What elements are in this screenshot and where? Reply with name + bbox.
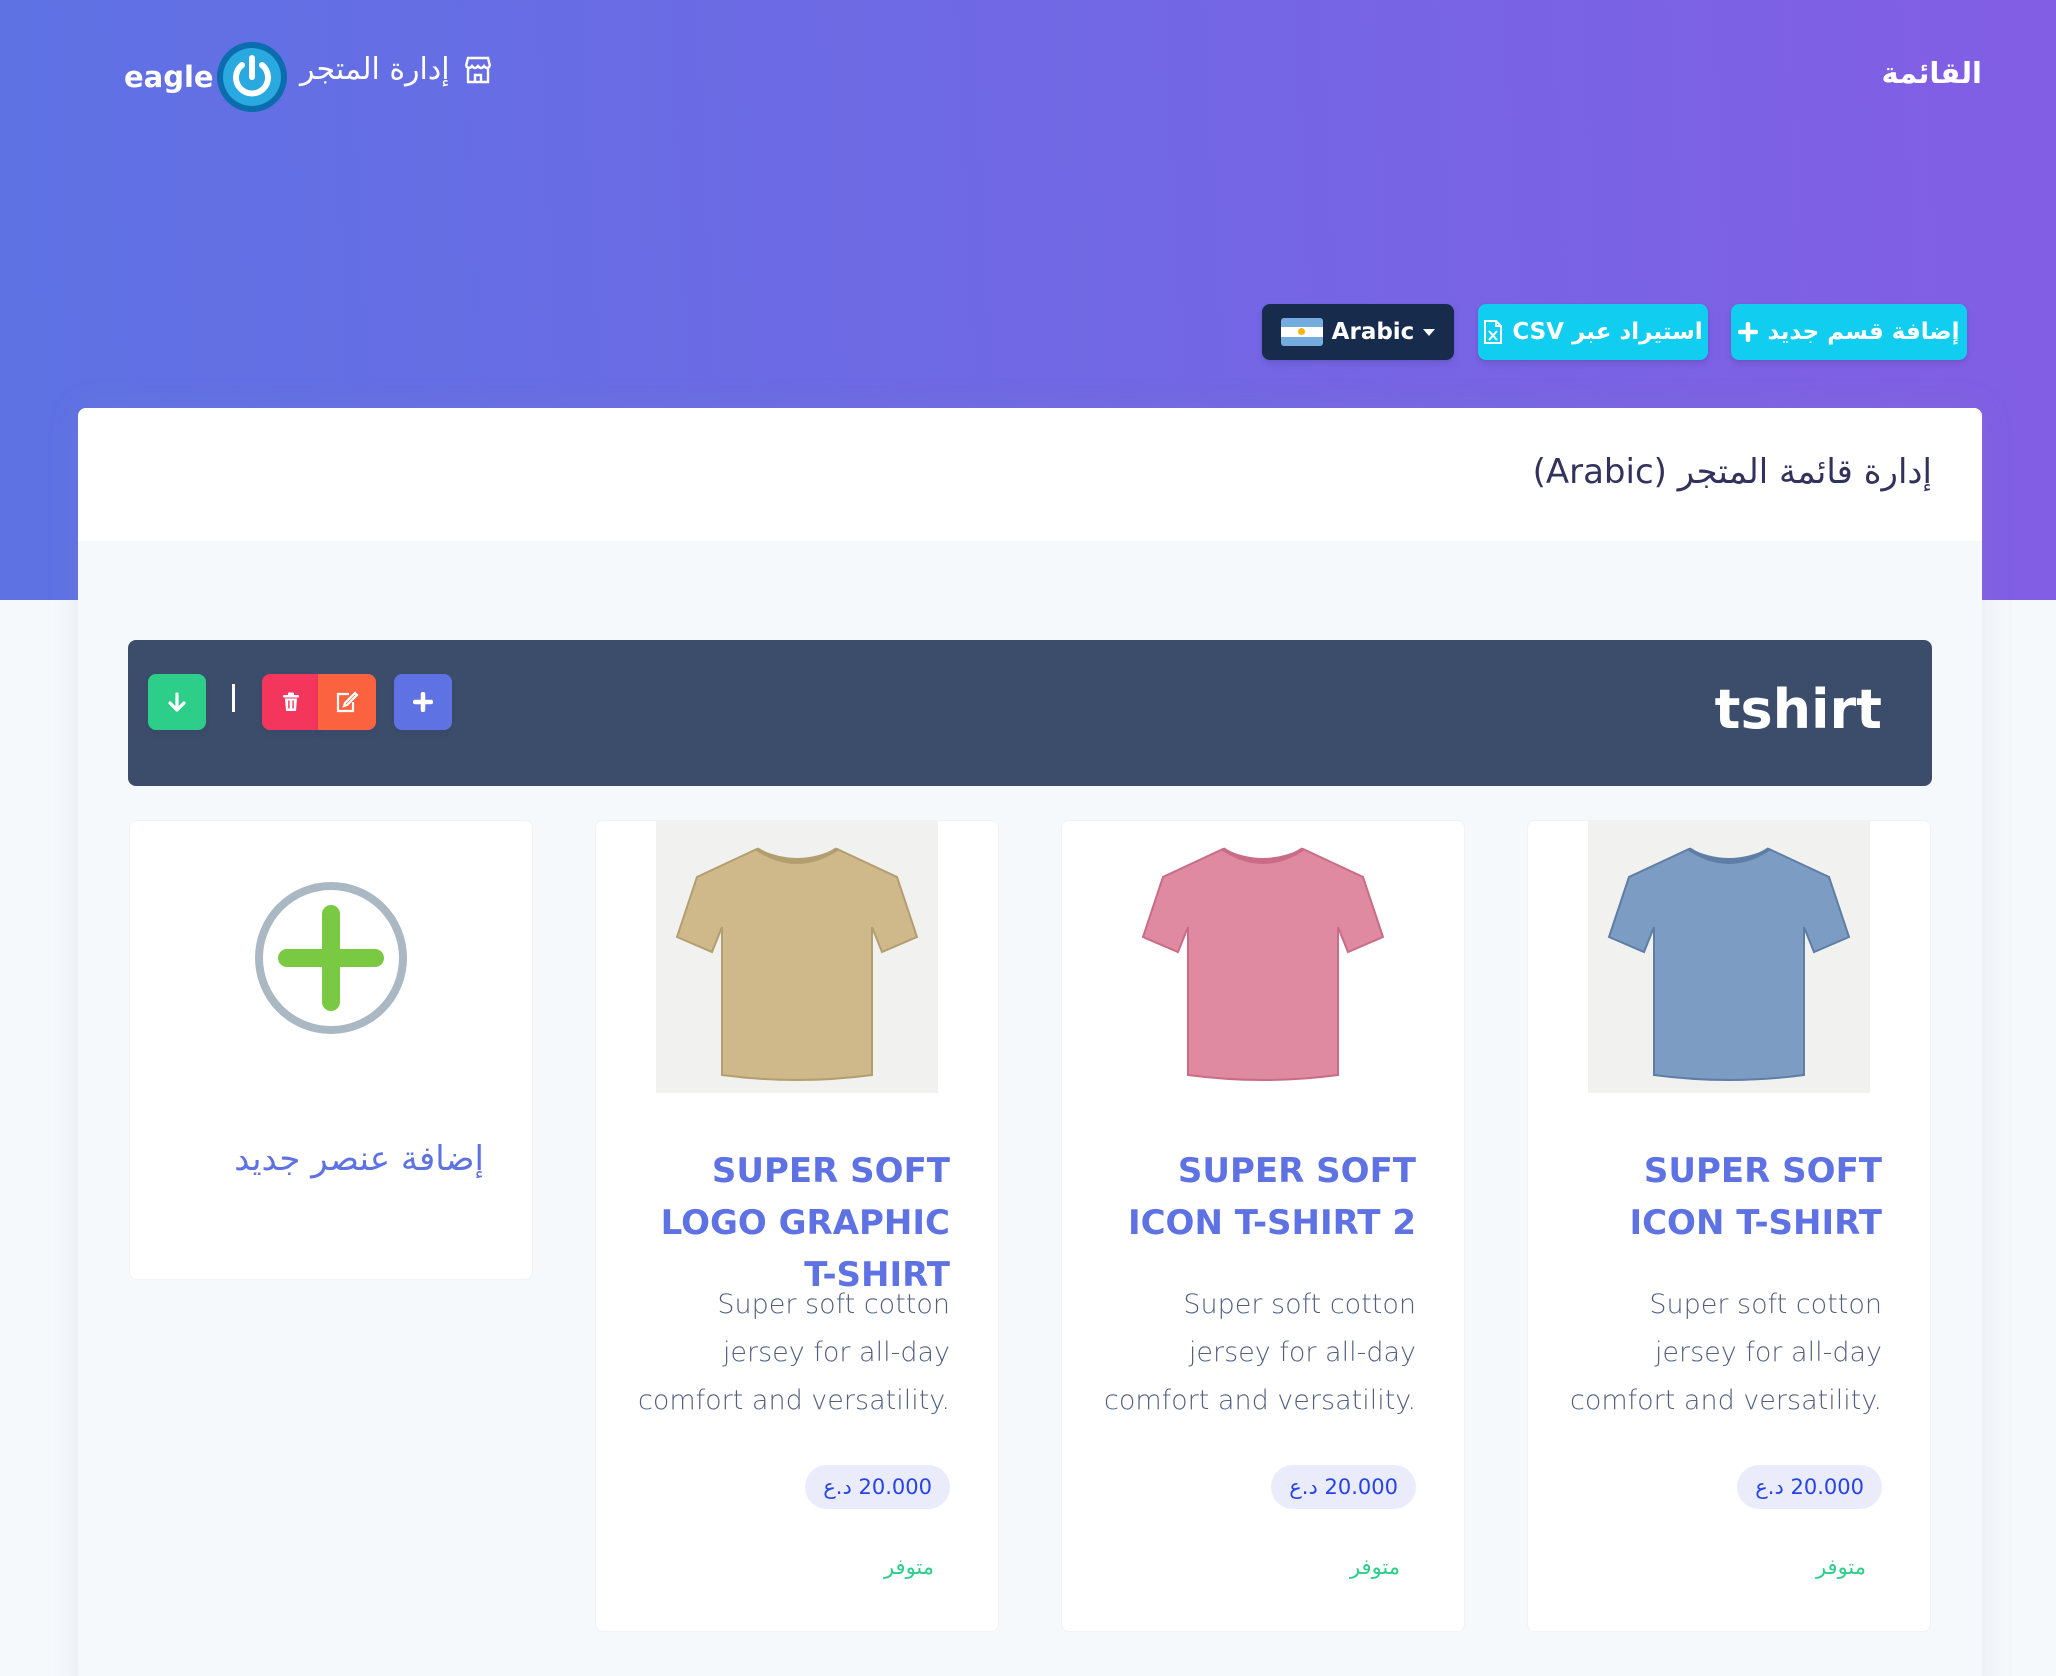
button-divider: [232, 684, 235, 712]
page-title: إدارة قائمة المتجر (Arabic): [1532, 452, 1932, 492]
plus-icon: [1738, 322, 1759, 342]
card-header: إدارة قائمة المتجر (Arabic): [78, 408, 1982, 542]
availability-status: متوفر: [1815, 1555, 1866, 1579]
availability-status: متوفر: [883, 1555, 934, 1579]
store-admin-label: إدارة المتجر: [300, 52, 450, 87]
arrow-down-icon: [168, 692, 186, 712]
tshirt-image-icon: [675, 847, 919, 1081]
section-title: tshirt: [1714, 678, 1882, 741]
availability-status: متوفر: [1349, 1555, 1400, 1579]
tshirt-image-icon: [1141, 847, 1385, 1081]
plus-icon: [413, 692, 433, 712]
move-down-button[interactable]: [148, 674, 206, 730]
trash-icon: [283, 692, 299, 711]
menu-management-card: إدارة قائمة المتجر (Arabic) tshirt SUPER…: [78, 408, 1982, 1676]
item-image: [656, 821, 938, 1093]
file-excel-icon: [1484, 320, 1503, 344]
import-csv-button[interactable]: استيراد عبر CSV: [1478, 304, 1708, 360]
language-dropdown[interactable]: Arabic: [1262, 304, 1454, 360]
add-section-label: إضافة قسم جديد: [1767, 319, 1960, 345]
edit-section-button[interactable]: [318, 674, 376, 730]
item-image: [1588, 821, 1870, 1093]
item-description: Super soft cotton jersey for all-day com…: [637, 1289, 950, 1416]
caret-down-icon: [1423, 328, 1436, 336]
store-icon: [464, 56, 491, 83]
price-badge: 20.000 د.ع: [805, 1465, 950, 1509]
item-name[interactable]: SUPER SOFT LOGO GRAPHIC T-SHIRT: [630, 1145, 950, 1301]
item-image: [1122, 821, 1404, 1093]
store-admin-link[interactable]: إدارة المتجر: [300, 52, 494, 87]
brand-text: eagle: [124, 60, 214, 94]
add-circle-icon: [255, 882, 407, 1034]
delete-section-button[interactable]: [262, 674, 320, 730]
nav-menu-link[interactable]: القائمة: [1881, 56, 1982, 90]
import-csv-label: استيراد عبر CSV: [1512, 319, 1703, 345]
add-new-item-card[interactable]: إضافة عنصر جديد: [129, 820, 533, 1280]
add-item-button[interactable]: [394, 674, 452, 730]
section-header: tshirt: [128, 640, 1932, 786]
price-badge: 20.000 د.ع: [1271, 1465, 1416, 1509]
power-logo-icon: [216, 42, 287, 112]
language-label: Arabic: [1331, 319, 1415, 345]
argentina-flag-icon: [1280, 318, 1323, 346]
item-card[interactable]: SUPER SOFT ICON T-SHIRT Super soft cotto…: [1527, 820, 1931, 1632]
add-new-item-label[interactable]: إضافة عنصر جديد: [234, 1139, 484, 1179]
item-card[interactable]: SUPER SOFT LOGO GRAPHIC T-SHIRT Super so…: [595, 820, 999, 1632]
item-description: Super soft cotton jersey for all-day com…: [1103, 1289, 1416, 1416]
tshirt-shape: [675, 847, 919, 1081]
price-badge: 20.000 د.ع: [1737, 1465, 1882, 1509]
tshirt-shape: [1141, 847, 1385, 1081]
tshirt-image-icon: [1607, 847, 1851, 1081]
item-name[interactable]: SUPER SOFT ICON T-SHIRT 2: [1096, 1145, 1416, 1249]
add-section-button[interactable]: إضافة قسم جديد: [1731, 304, 1967, 360]
edit-icon: [336, 691, 359, 713]
tshirt-shape: [1607, 847, 1851, 1081]
item-description: Super soft cotton jersey for all-day com…: [1569, 1289, 1882, 1416]
item-card[interactable]: SUPER SOFT ICON T-SHIRT 2 Super soft cot…: [1061, 820, 1465, 1632]
item-name[interactable]: SUPER SOFT ICON T-SHIRT: [1562, 1145, 1882, 1249]
brand-logo-link[interactable]: eagle: [124, 38, 288, 116]
